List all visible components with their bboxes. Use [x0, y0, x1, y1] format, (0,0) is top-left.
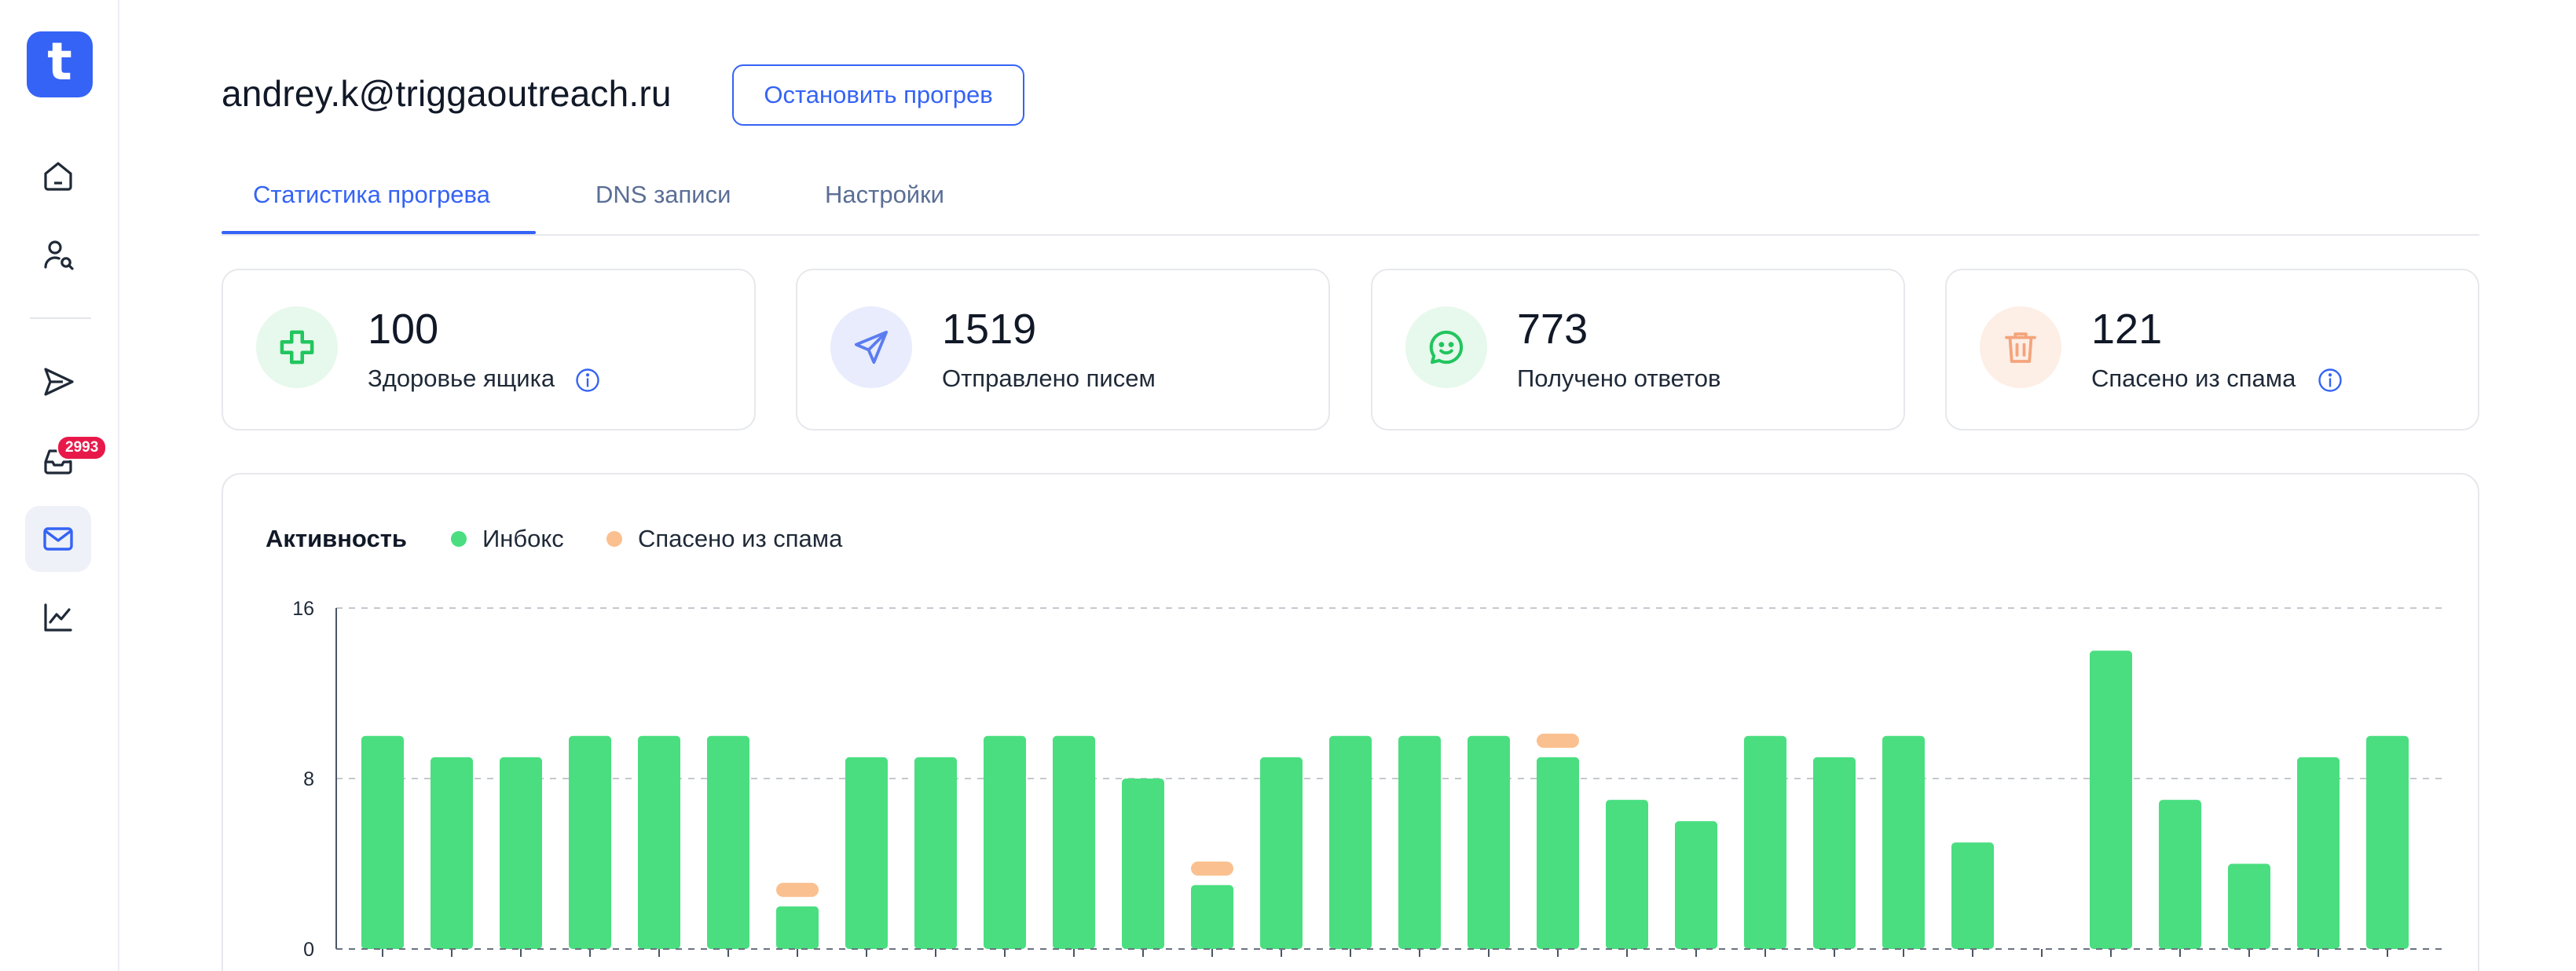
mail-icon — [43, 527, 73, 551]
sidebar-item-analytics[interactable] — [25, 584, 91, 650]
logo-letter: t — [47, 31, 72, 92]
bar-inbox — [1951, 842, 1994, 949]
bar-inbox — [1191, 885, 1233, 949]
bar-inbox — [1744, 735, 1786, 949]
stat-value: 121 — [2091, 306, 2163, 353]
stat-label: Спасено из спама — [2091, 365, 2296, 392]
bar-inbox — [2159, 800, 2201, 949]
bar-inbox — [1813, 757, 1856, 949]
stat-card-sent: 1519 Отправлено писем — [796, 269, 1330, 431]
tab-warmup-stats[interactable]: Статистика прогрева — [253, 181, 490, 236]
y-tick-label: 16 — [292, 598, 314, 620]
bar-inbox — [1053, 735, 1095, 949]
tab-bar: Статистика прогрева DNS записи Настройки — [222, 171, 2479, 236]
bar-inbox — [500, 757, 542, 949]
active-tab-indicator — [222, 231, 536, 234]
y-tick-label: 8 — [303, 768, 314, 790]
bar-spam-saved — [1191, 861, 1233, 876]
bar-inbox — [776, 906, 819, 949]
bar-inbox — [569, 735, 611, 949]
sidebar-item-campaigns[interactable] — [25, 349, 91, 415]
bar-inbox — [2090, 650, 2132, 949]
home-icon — [44, 162, 72, 191]
app-logo[interactable]: t — [27, 31, 93, 97]
bar-inbox — [431, 757, 473, 949]
info-icon[interactable] — [2316, 366, 2344, 394]
bar-inbox — [1260, 757, 1303, 949]
bar-inbox — [1606, 800, 1648, 949]
sidebar: t 2993 — [0, 0, 119, 971]
bar-spam-saved — [1537, 733, 1579, 748]
stat-label: Здоровье ящика — [368, 365, 555, 392]
bar-inbox — [1122, 779, 1164, 949]
stat-card-spam-saved: 121 Спасено из спама — [1945, 269, 2479, 431]
chat-smile-icon — [1429, 330, 1464, 365]
bar-inbox — [1882, 735, 1925, 949]
bar-inbox — [707, 735, 749, 949]
stat-value: 1519 — [942, 306, 1037, 353]
bar-inbox — [845, 757, 888, 949]
stat-value: 100 — [368, 306, 439, 353]
sidebar-divider — [30, 317, 91, 319]
sidebar-item-contacts[interactable] — [25, 222, 91, 288]
send-icon — [854, 330, 889, 365]
stat-card-replies: 773 Получено ответов — [1371, 269, 1905, 431]
replies-icon-wrap — [1405, 306, 1487, 388]
sidebar-item-mailboxes[interactable] — [25, 506, 91, 572]
stat-value: 773 — [1517, 306, 1588, 353]
send-icon — [44, 368, 74, 396]
bar-inbox — [2297, 757, 2340, 949]
trash-icon — [2005, 332, 2036, 363]
mailbox-email: andrey.k@triggaoutreach.ru — [222, 73, 672, 114]
bar-inbox — [638, 735, 680, 949]
user-search-icon — [44, 240, 74, 270]
y-tick-label: 0 — [303, 939, 314, 961]
bar-inbox — [1329, 735, 1372, 949]
bar-inbox — [2228, 863, 2270, 949]
chart-line-icon — [44, 603, 72, 632]
sent-icon-wrap — [830, 306, 912, 388]
bar-inbox — [2366, 735, 2409, 949]
bar-inbox — [361, 735, 404, 949]
stop-warmup-button[interactable]: Остановить прогрев — [732, 64, 1024, 126]
inbox-unread-badge: 2993 — [57, 435, 108, 460]
tab-settings[interactable]: Настройки — [825, 181, 944, 236]
bar-inbox — [1675, 821, 1717, 949]
bar-inbox — [1468, 735, 1510, 949]
spam-icon-wrap — [1980, 306, 2061, 388]
plus-icon — [280, 330, 314, 365]
bar-inbox — [914, 757, 957, 949]
activity-chart: 0 8 16 — [292, 598, 2442, 961]
bar-inbox — [1537, 757, 1579, 949]
tab-dns-records[interactable]: DNS записи — [595, 181, 731, 236]
sidebar-item-home[interactable] — [25, 143, 91, 209]
bar-inbox — [1398, 735, 1441, 949]
stat-label: Отправлено писем — [942, 365, 1156, 392]
stat-label: Получено ответов — [1517, 365, 1721, 392]
info-icon[interactable] — [573, 366, 602, 394]
bar-inbox — [984, 735, 1026, 949]
bar-spam-saved — [776, 882, 819, 897]
health-icon-wrap — [256, 306, 338, 388]
stat-card-health: 100 Здоровье ящика — [222, 269, 756, 431]
activity-panel: Активность Инбокс Спасено из спама 0 8 16 — [222, 473, 2479, 971]
